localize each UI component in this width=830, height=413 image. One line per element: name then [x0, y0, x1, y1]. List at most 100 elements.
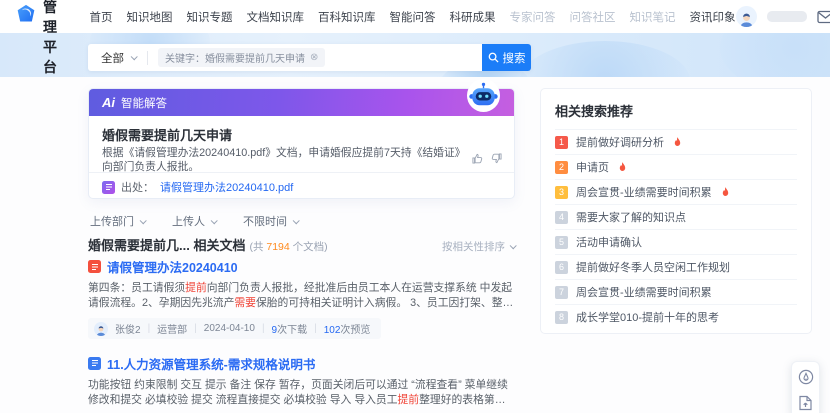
- nav-item-6[interactable]: 科研成果: [450, 9, 496, 25]
- nav-item-5[interactable]: 智能问答: [390, 9, 436, 25]
- related-search-title: 相关搜索推荐: [555, 101, 797, 129]
- filter-label: 上传人: [172, 213, 205, 229]
- doc-file-icon: [88, 357, 101, 370]
- rank-badge: 1: [555, 136, 568, 149]
- result-item-1: 11.人力资源管理系统-需求规格说明书 功能按钮 约束限制 交互 提示 备注 保…: [88, 354, 515, 413]
- filter-row: 上传部门 上传人 不限时间: [90, 213, 298, 229]
- nav-item-0[interactable]: 首页: [90, 9, 113, 25]
- result-item-0: 请假管理办法20240410 第四条：员工请假须提前向部门负责人报批，经批准后由…: [88, 257, 515, 341]
- related-search-label: 周会宣贯-业绩需要时间积累: [576, 184, 712, 200]
- result-title-row: 请假管理办法20240410: [88, 257, 515, 276]
- result-title[interactable]: 11.人力资源管理系统-需求规格说明书: [107, 354, 315, 373]
- header-right: [736, 6, 830, 27]
- upload-document-button[interactable]: [798, 395, 813, 411]
- filter-upload-dept[interactable]: 上传部门: [90, 213, 145, 229]
- nav-item-8[interactable]: 问答社区: [570, 9, 616, 25]
- ai-logo: Ai: [102, 95, 115, 110]
- filter-uploader[interactable]: 上传人: [172, 213, 216, 229]
- knowledge-platform-page: 知识管理平台 首页知识地图知识专题文档知识库百科知识库智能问答科研成果专家问答问…: [0, 0, 830, 413]
- ai-header-label: 智能解答: [121, 95, 167, 111]
- ai-feedback: [472, 153, 502, 164]
- related-search-item-7[interactable]: 8 成长学堂010-提前十年的思考: [555, 304, 797, 329]
- nav-item-3[interactable]: 文档知识库: [247, 9, 305, 25]
- nav-item-7[interactable]: 专家问答: [510, 9, 556, 25]
- related-search-item-4[interactable]: 5 活动申请确认: [555, 229, 797, 254]
- banner-decoration: [520, 41, 690, 77]
- results-count-number: 7194: [266, 241, 289, 253]
- search-button-label: 搜索: [503, 50, 526, 66]
- user-avatar[interactable]: [736, 6, 757, 27]
- feedback-button[interactable]: [798, 369, 814, 385]
- chevron-down-icon: [510, 242, 517, 249]
- result-author: 张俊2: [115, 321, 141, 336]
- flame-icon: [618, 162, 627, 173]
- keyword-tag[interactable]: 关键字：婚假需要提前几天申请 ⊗: [158, 48, 325, 67]
- flame-icon: [673, 137, 682, 148]
- username-masked: [767, 11, 807, 22]
- search-bar: 全部 关键字：婚假需要提前几天申请 ⊗ 搜索: [88, 44, 531, 71]
- result-title-row: 11.人力资源管理系统-需求规格说明书: [88, 354, 515, 373]
- keyword-tag-text: 关键字：婚假需要提前几天申请: [165, 50, 305, 65]
- search-scope-value: 全部: [101, 50, 124, 66]
- logo[interactable]: 知识管理平台: [16, 0, 58, 77]
- messages-button[interactable]: [817, 10, 830, 24]
- result-department: 运营部: [157, 321, 187, 336]
- floating-toolbar: [791, 361, 820, 413]
- ai-answer-card: Ai 智能解答 婚假需要提前几天申请 根据《请假管理办法20240410.pdf…: [88, 88, 515, 199]
- source-file-icon: [102, 181, 115, 194]
- related-search-item-0[interactable]: 1 提前做好调研分析: [555, 129, 797, 154]
- rank-badge: 2: [555, 161, 568, 174]
- result-date: 2024-04-10: [204, 323, 255, 334]
- thumb-down-icon[interactable]: [491, 153, 502, 164]
- ai-question: 婚假需要提前几天申请: [102, 125, 232, 144]
- flame-icon: [721, 187, 730, 198]
- results-list: 请假管理办法20240410 第四条：员工请假须提前向部门负责人报批，经批准后由…: [88, 257, 515, 413]
- top-header: 知识管理平台 首页知识地图知识专题文档知识库百科知识库智能问答科研成果专家问答问…: [0, 0, 830, 33]
- related-search-label: 申请页: [576, 159, 609, 175]
- rank-badge: 8: [555, 311, 568, 324]
- nav-item-9[interactable]: 知识笔记: [630, 9, 676, 25]
- rank-badge: 5: [555, 236, 568, 249]
- related-search-item-2[interactable]: 3 周会宣贯-业绩需要时间积累: [555, 179, 797, 204]
- rank-badge: 6: [555, 261, 568, 274]
- envelope-icon: [817, 10, 830, 24]
- rank-badge: 4: [555, 211, 568, 224]
- filter-label: 上传部门: [90, 213, 134, 229]
- pdf-file-icon: [88, 260, 101, 273]
- related-search-label: 提前做好调研分析: [576, 134, 664, 150]
- source-link[interactable]: 请假管理办法20240410.pdf: [160, 179, 293, 195]
- robot-icon: [466, 78, 501, 113]
- search-button[interactable]: 搜索: [482, 44, 531, 71]
- results-count: (共 7194 个文档): [249, 239, 327, 254]
- related-search-item-3[interactable]: 4 需要大家了解的知识点: [555, 204, 797, 229]
- related-search-item-5[interactable]: 6 提前做好冬季人员空闲工作规划: [555, 254, 797, 279]
- chevron-down-icon: [140, 217, 147, 224]
- result-meta: 张俊2 | 运营部 | 2024-04-10 | 9次下载 | 102次预览: [88, 318, 381, 339]
- ai-source-row: 出处： 请假管理办法20240410.pdf: [102, 179, 293, 195]
- filter-time[interactable]: 不限时间: [243, 213, 298, 229]
- nav-item-10[interactable]: 资讯印象: [690, 9, 736, 25]
- related-search-item-6[interactable]: 7 周会宣贯-业绩需要时间积累: [555, 279, 797, 304]
- related-search-item-1[interactable]: 2 申请页: [555, 154, 797, 179]
- results-header: 婚假需要提前几... 相关文档 (共 7194 个文档) 按相关性排序: [88, 235, 515, 254]
- result-views: 102次预览: [324, 321, 371, 336]
- result-title[interactable]: 请假管理办法20240410: [107, 257, 238, 276]
- sort-select[interactable]: 按相关性排序: [442, 239, 515, 254]
- thumb-up-icon[interactable]: [472, 153, 483, 164]
- nav-item-1[interactable]: 知识地图: [127, 9, 173, 25]
- remove-keyword-icon[interactable]: ⊗: [310, 53, 318, 63]
- ai-source-divider: [89, 172, 514, 173]
- main-nav: 首页知识地图知识专题文档知识库百科知识库智能问答科研成果专家问答问答社区知识笔记…: [90, 9, 736, 25]
- rank-badge: 7: [555, 286, 568, 299]
- author-avatar: [94, 322, 108, 336]
- logo-icon: [16, 4, 36, 29]
- chevron-down-icon: [293, 217, 300, 224]
- search-icon: [488, 52, 499, 63]
- nav-item-2[interactable]: 知识专题: [187, 9, 233, 25]
- chevron-down-icon: [211, 217, 218, 224]
- sort-label: 按相关性排序: [442, 239, 505, 254]
- banner-decoration: [720, 33, 830, 77]
- search-scope-select[interactable]: 全部: [88, 50, 147, 66]
- nav-item-4[interactable]: 百科知识库: [318, 9, 376, 25]
- related-search-list: 1 提前做好调研分析 2 申请页 3 周会宣贯-业绩需要时间积累 4 需要大家了…: [555, 129, 797, 329]
